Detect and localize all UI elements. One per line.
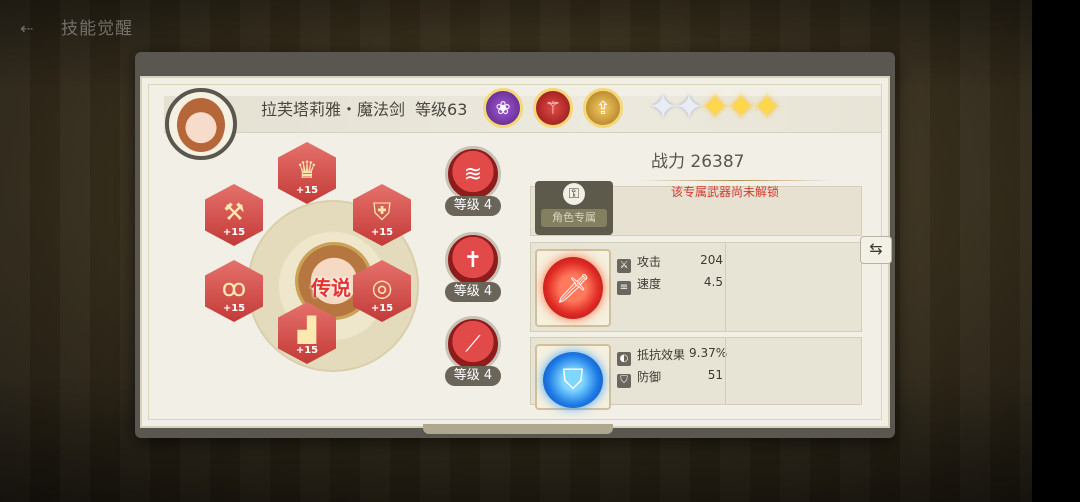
stat-row: ◐ 抵抗效果 9.37%	[617, 346, 727, 366]
stat-value: 51	[707, 368, 723, 382]
star-rating: ✦ ✦ ✦ ✦ ✦	[648, 87, 783, 128]
defense-icon: ⛉	[617, 374, 631, 388]
divider	[725, 243, 726, 331]
enhance-level: +15	[222, 227, 246, 238]
slash-icon: ⟋	[445, 316, 501, 372]
skill-upgrade-3[interactable]: ⟋ 等级 4	[441, 316, 505, 386]
equip-hammer[interactable]: ⚒ +15	[205, 184, 263, 246]
purple-lotus-icon[interactable]: ❀	[483, 88, 523, 128]
unlock-message: 该专属武器尚未解锁	[671, 185, 780, 199]
stat-label: 防御	[637, 370, 662, 384]
character-detail-dialog: 拉芙塔莉雅・魔法剑 等级63 ❀ ⚚ ⇪ ✦ ✦ ✦ ✦ ✦ 传说 ♛ +15 ⚒…	[135, 52, 895, 438]
attack-icon: ⚔	[617, 259, 631, 273]
star-icon: ✦	[752, 87, 783, 128]
gold-upgrade-icon[interactable]: ⇪	[583, 88, 623, 128]
exclusive-weapon-slot: ⚿ 角色专属	[535, 181, 613, 235]
stat-label: 攻击	[637, 255, 662, 269]
exclusive-weapon-card[interactable]: ⚿ 角色专属 该专属武器尚未解锁	[530, 181, 862, 236]
boots-icon: ▟	[297, 316, 317, 344]
sword-icon: 🗡	[543, 257, 603, 319]
stat-value: 4.5	[703, 275, 723, 289]
skill-upgrade-2[interactable]: ✝ 等级 4	[441, 232, 505, 302]
sword-icon: ✝	[445, 232, 501, 288]
character-name: 拉芙塔莉雅・魔法剑	[261, 100, 406, 119]
equipment-panel: 传说 ♛ +15 ⚒ +15 ⛨ +15 ꝏ +15 ◎ +15 ▟ +15	[195, 142, 455, 402]
stat-row: ⚔ 攻击 204	[617, 253, 723, 273]
exclusive-tag: 角色专属	[541, 209, 607, 227]
star-icon: ✦	[700, 87, 731, 128]
red-trident-icon[interactable]: ⚚	[533, 88, 573, 128]
divider	[725, 338, 726, 404]
star-icon: ✦	[648, 87, 679, 128]
armor-icon: ⛨	[373, 198, 391, 226]
shield-icon: ⛉	[543, 352, 603, 408]
stat-value: 204	[700, 253, 723, 267]
item-slot: 🗡	[535, 249, 611, 327]
star-icon: ✦	[674, 87, 705, 128]
background-topbar: ⇠ 技能觉醒	[20, 14, 133, 39]
ring-icon: ◎	[371, 274, 393, 302]
stat-label: 速度	[637, 277, 662, 291]
stat-row: ≡ 速度 4.5	[617, 275, 723, 295]
character-title: 拉芙塔莉雅・魔法剑 等级63	[261, 96, 467, 120]
upgrade-level: 等级 4	[445, 366, 501, 386]
combat-power: 战力 26387	[651, 152, 745, 172]
stat-label: 抵抗效果	[637, 348, 686, 362]
helmet-icon: ♛	[296, 156, 318, 184]
back-icon[interactable]: ⇠	[20, 19, 46, 38]
equip-helmet[interactable]: ♛ +15	[278, 142, 336, 204]
dialog-bottom-tab	[423, 424, 613, 434]
character-level: 等级63	[415, 100, 468, 119]
upgrade-level: 等级 4	[445, 282, 501, 302]
necklace-icon: ꝏ	[221, 274, 247, 302]
item-slot: ⛉	[535, 344, 611, 410]
enhance-level: +15	[295, 185, 319, 196]
lock-icon: ⚿	[563, 183, 585, 205]
resist-icon: ◐	[617, 352, 631, 366]
rarity-label: 传说	[311, 276, 351, 300]
skill-upgrade-1[interactable]: ≋ 等级 4	[441, 146, 505, 216]
triple-slash-icon: ≋	[445, 146, 501, 202]
upgrade-level: 等级 4	[445, 196, 501, 216]
swap-button[interactable]: ⇆	[860, 236, 892, 264]
stat-value: 9.37%	[689, 346, 728, 360]
letterbox-right	[1032, 0, 1080, 502]
star-icon: ✦	[726, 87, 757, 128]
skill-icons: ❀ ⚚ ⇪	[483, 88, 623, 128]
background-title: 技能觉醒	[61, 19, 134, 39]
stat-row: ⛉ 防御 51	[617, 368, 723, 388]
item-card-armor[interactable]: ⛉ ◐ 抵抗效果 9.37% ⛉ 防御 51	[530, 337, 862, 410]
speed-icon: ≡	[617, 281, 631, 295]
hammer-icon: ⚒	[223, 198, 245, 226]
divider	[640, 180, 830, 181]
item-card-weapon[interactable]: 🗡 ⚔ 攻击 204 ≡ 速度 4.5	[530, 242, 862, 332]
